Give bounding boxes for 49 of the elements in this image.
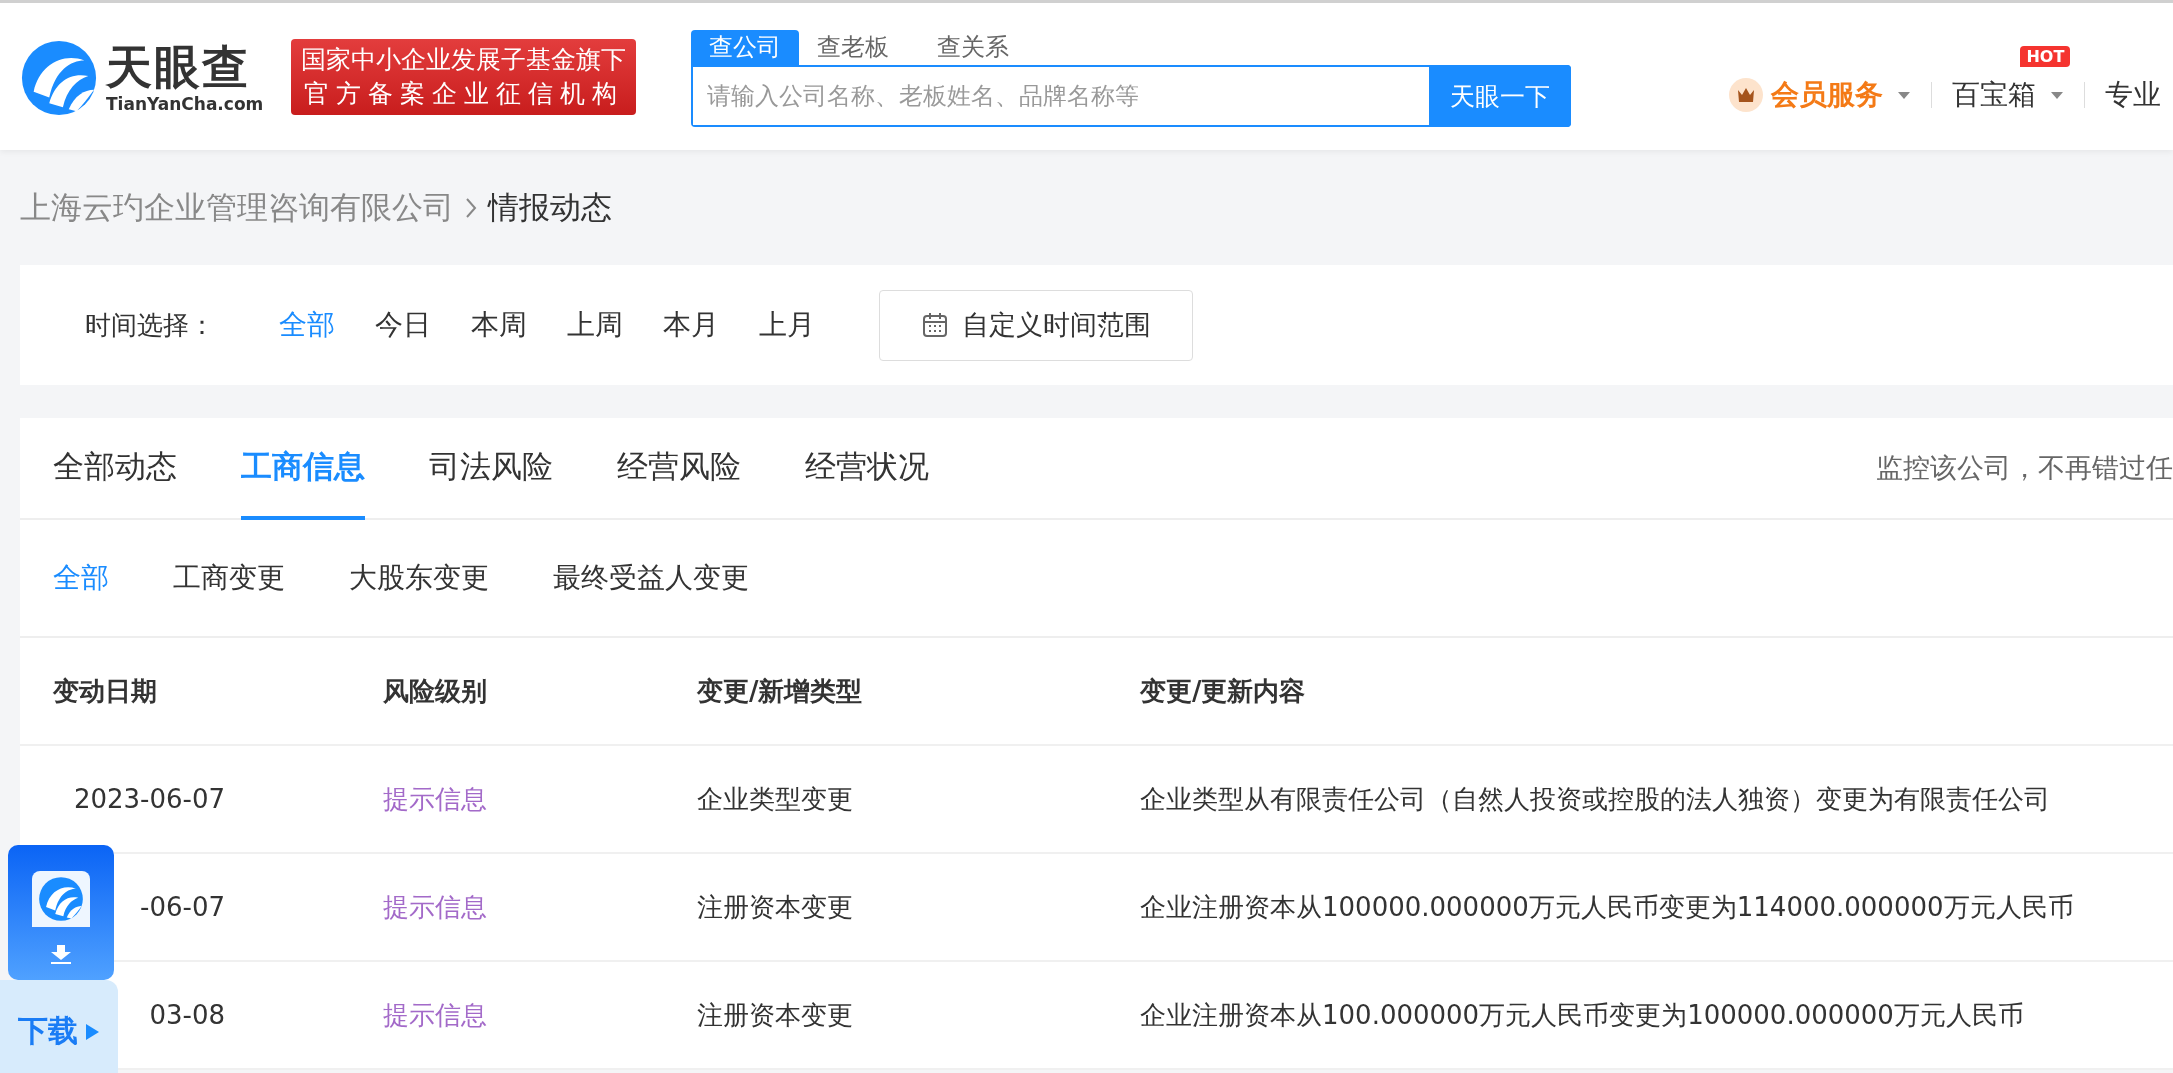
filter-label: 时间选择： bbox=[85, 308, 215, 342]
slogan-text: 官方备案企业征信机构 bbox=[303, 78, 624, 110]
time-option[interactable]: 本周 bbox=[471, 306, 527, 344]
search-tab[interactable]: 查老板 bbox=[799, 30, 908, 65]
nav-link[interactable]: 百宝箱 bbox=[1952, 76, 2037, 114]
filter-tab[interactable]: 最终受益人变更 bbox=[553, 559, 749, 597]
table-cell-text: 注册资本变更 bbox=[697, 998, 854, 1032]
table-cell: 2023-06-07 bbox=[73, 784, 225, 814]
download-label: 下载 bbox=[18, 1012, 78, 1050]
tab[interactable]: 司法风险 bbox=[429, 418, 553, 520]
nav-link[interactable]: 专业 bbox=[2105, 76, 2162, 114]
table-cell-text: 企业类型从有限责任公司（自然人投资或控股的法人独资）变更为有限责任公司 bbox=[1140, 782, 2051, 816]
table-cell-text: 企业类型变更 bbox=[697, 782, 854, 816]
filter-tab[interactable]: 大股东变更 bbox=[349, 559, 489, 597]
download-icon bbox=[49, 945, 73, 965]
hot-badge: HOT bbox=[2020, 46, 2071, 67]
crown-icon bbox=[1729, 78, 1764, 112]
risk-link[interactable]: 提示信息 bbox=[383, 781, 697, 817]
app-icon bbox=[38, 876, 84, 922]
table-cell: 03-08 bbox=[149, 1000, 225, 1030]
download-widget[interactable] bbox=[8, 845, 114, 980]
column-header: 风险级别 bbox=[383, 674, 488, 708]
time-option[interactable]: 上月 bbox=[759, 306, 815, 344]
risk-link[interactable]: 提示信息 bbox=[383, 889, 697, 925]
tab[interactable]: 全部动态 bbox=[53, 418, 177, 520]
chevron-icon bbox=[464, 196, 478, 219]
table-cell-text: 企业注册资本从100.000000万元人民币变更为100000.000000万元人民币 bbox=[1140, 998, 2025, 1032]
table-cell: -06-07 bbox=[140, 892, 225, 922]
time-option[interactable]: 上周 bbox=[567, 306, 623, 344]
column-header: 变动日期 bbox=[53, 674, 158, 708]
table-cell-text: 企业注册资本从100000.000000万元人民币变更为114000.000000万元人民币 bbox=[1140, 890, 2075, 924]
column-header: 变更/更新内容 bbox=[1140, 674, 1307, 708]
tab[interactable]: 经营风险 bbox=[617, 418, 741, 520]
tab[interactable]: 经营状况 bbox=[805, 418, 929, 520]
time-option[interactable]: 今日 bbox=[375, 306, 431, 344]
logo-domain: TianYanCha.com bbox=[106, 93, 264, 115]
calendar-icon bbox=[921, 312, 948, 338]
logo-name: 天眼查 bbox=[106, 41, 251, 93]
search-tab[interactable]: 查关系 bbox=[919, 30, 1028, 65]
filter-tab[interactable]: 工商变更 bbox=[173, 559, 285, 597]
monitor-text: 监控该公司，不再错过任 bbox=[1876, 451, 2173, 485]
play-icon bbox=[84, 1022, 100, 1041]
column-header: 变更/新增类型 bbox=[697, 674, 864, 708]
date-range-button[interactable]: 自定义时间范围 bbox=[879, 289, 1193, 361]
slogan-text: 国家中小企业发展子基金旗下 bbox=[301, 44, 627, 76]
table-cell-text: 注册资本变更 bbox=[697, 890, 854, 924]
risk-link[interactable]: 提示信息 bbox=[383, 997, 697, 1033]
logo-icon bbox=[20, 39, 98, 117]
time-option[interactable]: 本月 bbox=[663, 306, 719, 344]
